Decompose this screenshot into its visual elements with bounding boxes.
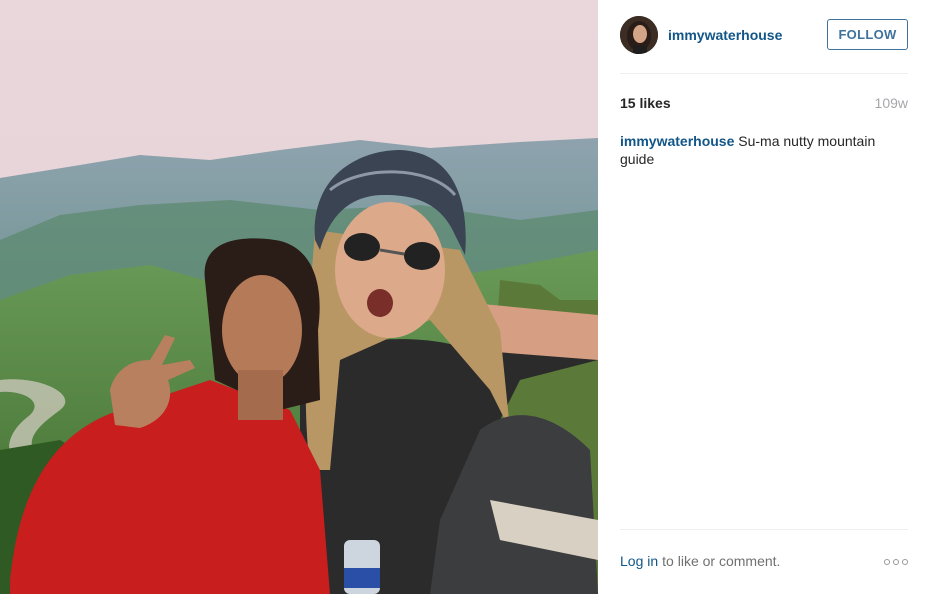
dot-icon bbox=[884, 559, 890, 565]
post-detail-panel: immywaterhouse FOLLOW 15 likes 109w immy… bbox=[598, 0, 931, 594]
likes-count[interactable]: 15 likes bbox=[620, 95, 671, 111]
ellipsis-icon[interactable] bbox=[884, 556, 908, 568]
follow-button[interactable]: FOLLOW bbox=[827, 19, 908, 50]
post-photo-image bbox=[0, 0, 598, 594]
dot-icon bbox=[893, 559, 899, 565]
post-stats: 15 likes 109w bbox=[620, 95, 908, 111]
header-divider bbox=[620, 73, 908, 74]
profile-username[interactable]: immywaterhouse bbox=[668, 27, 782, 43]
avatar-image bbox=[620, 16, 658, 54]
footer-divider bbox=[620, 529, 908, 530]
post-photo[interactable] bbox=[0, 0, 598, 594]
dot-icon bbox=[902, 559, 908, 565]
login-link[interactable]: Log in bbox=[620, 553, 658, 569]
post-footer: Log in to like or comment. bbox=[620, 553, 908, 569]
post-caption: immywaterhouse Su-ma nutty mountain guid… bbox=[620, 132, 908, 168]
post-timestamp[interactable]: 109w bbox=[875, 95, 908, 111]
profile-avatar[interactable] bbox=[620, 16, 658, 54]
instagram-post-page: immywaterhouse FOLLOW 15 likes 109w immy… bbox=[0, 0, 931, 594]
caption-username[interactable]: immywaterhouse bbox=[620, 133, 734, 149]
post-header: immywaterhouse FOLLOW bbox=[620, 14, 908, 56]
login-prompt-text: to like or comment. bbox=[662, 553, 781, 569]
